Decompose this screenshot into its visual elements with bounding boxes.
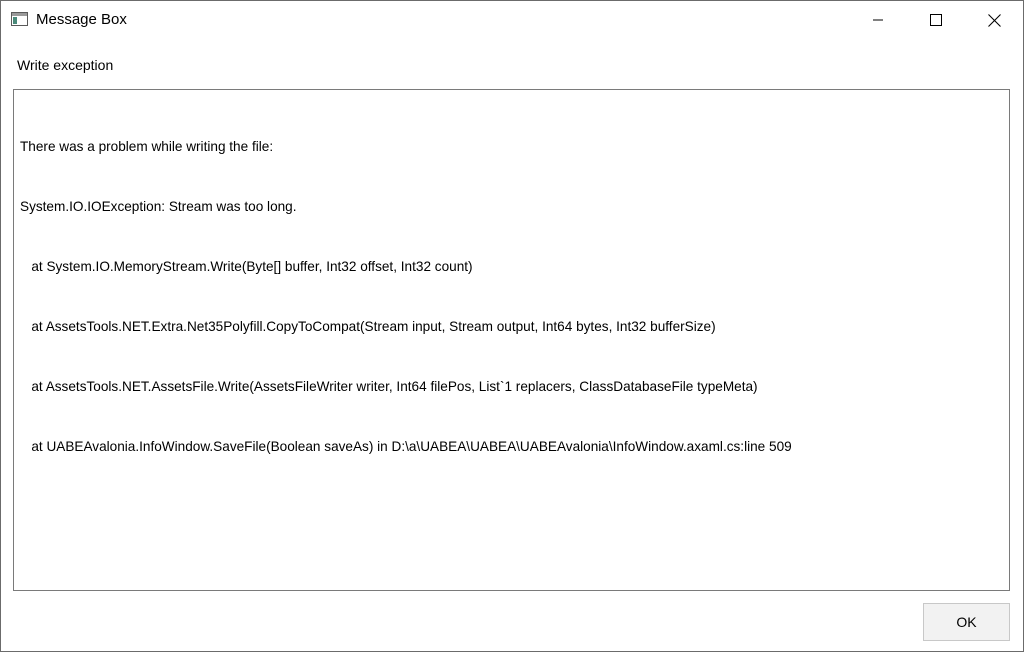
message-box-window: Message Box Write exception There was a … (0, 0, 1024, 652)
exception-details-textbox[interactable]: There was a problem while writing the fi… (13, 89, 1010, 591)
maximize-icon (930, 14, 942, 26)
message-line: There was a problem while writing the fi… (20, 139, 274, 154)
stack-trace-line: at AssetsTools.NET.AssetsFile.Write(Asse… (20, 379, 758, 394)
title-bar[interactable]: Message Box (1, 1, 1023, 39)
minimize-icon (872, 14, 884, 26)
message-header: Write exception (17, 57, 114, 73)
close-button[interactable] (965, 1, 1023, 39)
message-line: System.IO.IOException: Stream was too lo… (20, 199, 297, 214)
close-icon (987, 13, 1001, 27)
app-window-icon (11, 12, 28, 26)
stack-trace-line: at UABEAvalonia.InfoWindow.SaveFile(Bool… (20, 439, 792, 454)
minimize-button[interactable] (849, 1, 907, 39)
stack-trace-line: at AssetsTools.NET.Extra.Net35Polyfill.C… (20, 319, 716, 334)
ok-button[interactable]: OK (923, 603, 1010, 641)
window-title: Message Box (36, 11, 127, 28)
stack-trace-line: at System.IO.MemoryStream.Write(Byte[] b… (20, 259, 473, 274)
maximize-button[interactable] (907, 1, 965, 39)
exception-text: There was a problem while writing the fi… (20, 97, 792, 497)
